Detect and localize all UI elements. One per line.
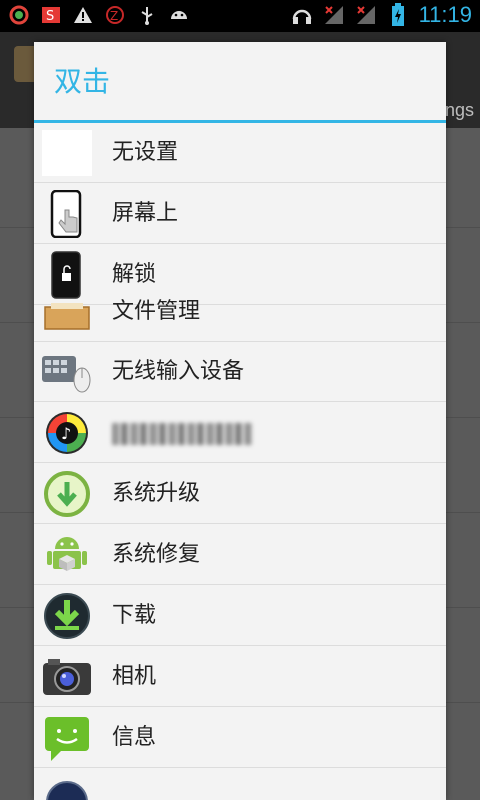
blurred-app-name bbox=[112, 423, 252, 445]
file-manager-icon bbox=[42, 284, 92, 334]
list-item-partial[interactable] bbox=[34, 769, 446, 800]
signal-no-service-icon bbox=[355, 4, 377, 26]
app-circle-icon bbox=[8, 4, 30, 26]
system-update-icon bbox=[42, 469, 92, 519]
usb-icon bbox=[136, 4, 158, 26]
battery-charging-icon bbox=[387, 3, 409, 26]
list-item-wireless-input[interactable]: 无线输入设备 bbox=[34, 342, 446, 402]
headset-icon bbox=[291, 4, 313, 26]
list-item-label: 屏幕上 bbox=[112, 201, 179, 226]
background-title: ngs bbox=[444, 100, 474, 120]
warning-icon bbox=[72, 4, 94, 26]
dialog-title: 双击 bbox=[54, 65, 111, 98]
messaging-icon bbox=[42, 713, 92, 763]
list-item-music-player[interactable]: ♪ bbox=[34, 403, 446, 463]
camera-icon bbox=[42, 652, 92, 702]
list-item-label: 无设置 bbox=[112, 140, 179, 165]
list-item-file-manager[interactable]: 文件管理 bbox=[34, 299, 446, 342]
android-debug-icon bbox=[168, 4, 190, 26]
svg-text:Z: Z bbox=[110, 9, 118, 23]
list-item-system-repair[interactable]: 系统修复 bbox=[34, 525, 446, 585]
wireless-input-icon bbox=[42, 347, 92, 397]
partial-app-icon bbox=[42, 777, 92, 800]
list-item-label: 系统修复 bbox=[112, 542, 201, 567]
status-clock: 11:19 bbox=[418, 2, 472, 27]
s-app-icon: S bbox=[40, 4, 62, 26]
list-item-system-update[interactable]: 系统升级 bbox=[34, 464, 446, 524]
list-item-label: 系统升级 bbox=[112, 481, 201, 506]
download-icon bbox=[42, 591, 92, 641]
list-item-screen-on[interactable]: 屏幕上 bbox=[34, 184, 446, 244]
signal-no-service-icon bbox=[323, 4, 345, 26]
option-list[interactable]: 无设置 屏幕上 解锁 文件管理 无线输入设备 ♪ 系统升级 系统修复 下载 相机… bbox=[34, 123, 446, 800]
list-item-no-setting[interactable]: 无设置 bbox=[34, 123, 446, 183]
z-app-icon: Z bbox=[104, 4, 126, 26]
list-item-label: 相机 bbox=[112, 664, 157, 689]
screen-touch-icon bbox=[42, 189, 92, 239]
list-item-label: 无线输入设备 bbox=[112, 359, 245, 384]
blank-icon bbox=[42, 128, 92, 178]
list-item-label: 下载 bbox=[112, 603, 157, 628]
status-bar: S Z 11:19 bbox=[0, 0, 480, 32]
list-item-messaging[interactable]: 信息 bbox=[34, 708, 446, 768]
svg-text:S: S bbox=[46, 9, 54, 24]
system-repair-icon bbox=[42, 530, 92, 580]
music-player-icon: ♪ bbox=[42, 408, 92, 458]
double-tap-dialog: 双击 无设置 屏幕上 解锁 文件管理 无线输入设备 ♪ 系统升级 系统修复 下载… bbox=[34, 42, 446, 800]
list-item-download[interactable]: 下载 bbox=[34, 586, 446, 646]
list-item-unlock[interactable]: 解锁 bbox=[34, 245, 446, 305]
svg-text:♪: ♪ bbox=[61, 424, 71, 443]
list-item-label: 文件管理 bbox=[112, 299, 201, 324]
list-item-camera[interactable]: 相机 bbox=[34, 647, 446, 707]
list-item-label: 信息 bbox=[112, 725, 157, 750]
